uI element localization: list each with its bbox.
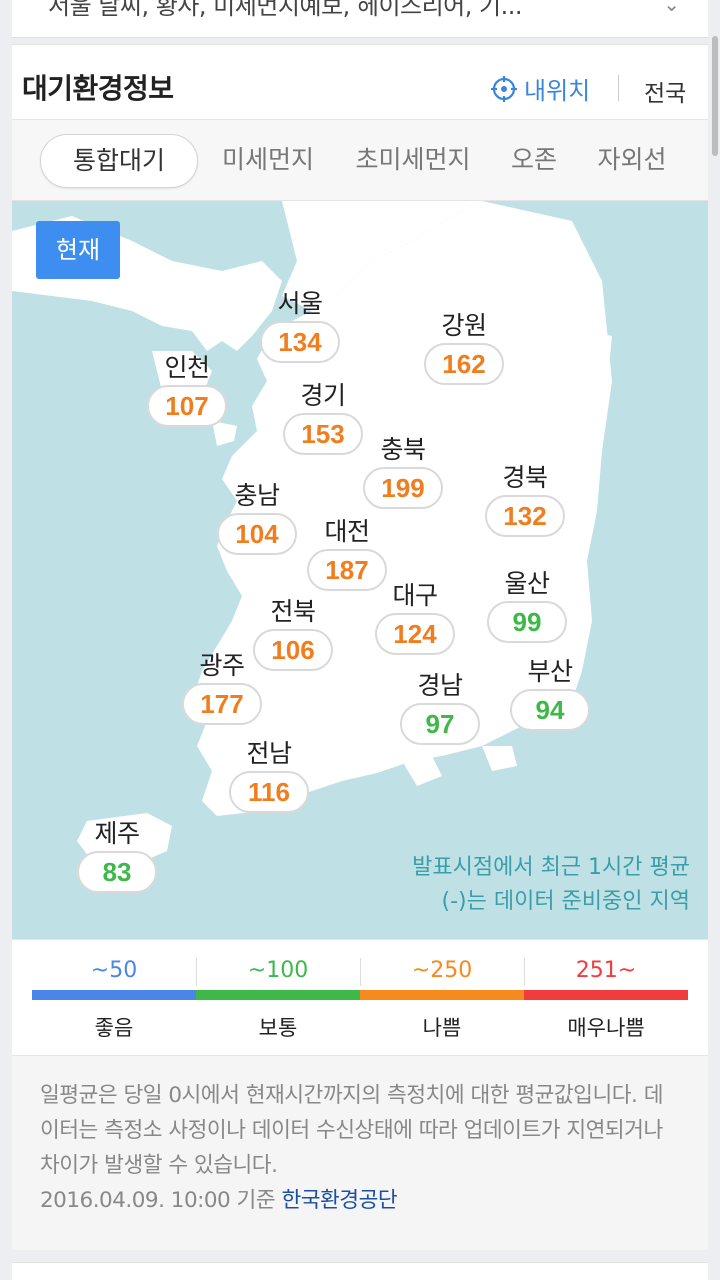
next-card [12,1262,708,1280]
region-value: 97 [400,703,480,745]
legend-label: 좋음 [94,1016,134,1040]
region-value: 153 [283,413,363,455]
legend-bar [196,990,360,1000]
divider [618,75,619,101]
my-location-button[interactable]: 내위치 [490,71,590,106]
region-name: 대전 [324,517,370,546]
region-name: 제주 [94,819,140,848]
map-note-line1: 발표시점에서 최근 1시간 평균 [412,855,690,880]
region-name: 경기 [300,381,346,410]
notice-text: 일평균은 당일 0시에서 현재시간까지의 측정치에 대한 평균값입니다. 데이터… [40,1083,663,1178]
region-name: 광주 [199,651,245,680]
page-title: 대기환경정보 [22,72,174,105]
region-gyeongbuk[interactable]: 경북 132 [480,463,570,537]
legend-label: 보통 [258,1016,298,1040]
scrollbar[interactable] [712,36,718,156]
tab-integrated-air[interactable]: 통합대기 [40,134,198,188]
region-chungnam[interactable]: 충남 104 [212,481,302,555]
legend-bar [32,990,196,1000]
region-value: 94 [510,689,590,731]
region-name: 전남 [246,739,292,768]
region-jeonnam[interactable]: 전남 116 [224,739,314,813]
legend-label: 나쁨 [422,1016,462,1040]
legend-bad: ~250 나쁨 [360,940,524,1056]
region-name: 경북 [502,463,548,492]
now-button[interactable]: 현재 [36,221,120,279]
region-value: 134 [260,321,340,363]
tab-fine-dust[interactable]: 미세먼지 [208,134,328,188]
region-name: 강원 [441,311,487,340]
region-value: 132 [485,495,565,537]
region-value: 107 [147,385,227,427]
region-incheon[interactable]: 인천 107 [142,353,232,427]
region-name: 충북 [380,435,426,464]
nationwide-button[interactable]: 전국 [644,74,686,108]
region-value: 177 [182,683,262,725]
air-quality-legend: ~50 좋음 ~100 보통 ~250 나쁨 251~ 매우나쁨 [12,939,708,1055]
map-note-line2: (-)는 데이터 준비중인 지역 [441,889,691,914]
region-value: 99 [487,601,567,643]
region-daejeon[interactable]: 대전 187 [302,517,392,591]
region-value: 116 [229,771,309,813]
notice-timestamp: 2016.04.09. 10:00 기준 [40,1188,276,1213]
map-note: 발표시점에서 최근 1시간 평균 (-)는 데이터 준비중인 지역 [412,851,690,919]
region-jeju[interactable]: 제주 83 [72,819,162,893]
region-gyeongnam[interactable]: 경남 97 [395,671,485,745]
region-name: 울산 [504,569,550,598]
region-value: 162 [424,343,504,385]
region-name: 인천 [164,353,210,382]
search-result-card-top[interactable]: 서울 날씨, 황사, 미세먼지예보, 헤이즈리어, 기... ⌄ [12,0,708,38]
pollutant-tabs: 통합대기 미세먼지 초미세먼지 오존 자외선 [12,119,708,201]
region-name: 충남 [234,481,280,510]
location-target-icon [491,75,517,102]
region-gwangju[interactable]: 광주 177 [177,651,267,725]
search-result-text[interactable]: 서울 날씨, 황사, 미세먼지예보, 헤이즈리어, 기... [48,0,523,21]
legend-normal: ~100 보통 [196,940,360,1056]
region-value: 104 [217,513,297,555]
region-name: 전북 [270,597,316,626]
region-value: 83 [77,851,157,893]
region-value: 199 [363,467,443,509]
card-header: 대기환경정보 내위치 전국 [12,45,708,119]
legend-range: ~100 [247,958,309,983]
legend-bar [360,990,524,1000]
air-quality-card: 대기환경정보 내위치 전국 통합대기 미세먼지 초미세먼지 오존 자외선 현재 … [12,44,708,1250]
region-gangwon[interactable]: 강원 162 [419,311,509,385]
region-name: 부산 [527,657,573,686]
region-daegu[interactable]: 대구 124 [370,581,460,655]
region-seoul[interactable]: 서울 134 [255,289,345,363]
chevron-down-icon[interactable]: ⌄ [663,0,680,16]
legend-range: ~50 [90,958,138,983]
region-name: 대구 [392,581,438,610]
tab-ultrafine-dust[interactable]: 초미세먼지 [338,134,488,188]
data-notice: 일평균은 당일 0시에서 현재시간까지의 측정치에 대한 평균값입니다. 데이터… [12,1055,708,1250]
region-value: 124 [375,613,455,655]
legend-range: 251~ [575,958,637,983]
region-name: 서울 [277,289,323,318]
legend-range: ~250 [411,958,473,983]
legend-good: ~50 좋음 [32,940,196,1056]
region-chungbuk[interactable]: 충북 199 [358,435,448,509]
legend-bar [524,990,688,1000]
tab-uv[interactable]: 자외선 [580,134,684,188]
region-busan[interactable]: 부산 94 [505,657,595,731]
korea-map: 현재 서울 134 강원 162 인천 107 경기 153 충북 199 경북… [12,201,708,939]
region-name: 경남 [417,671,463,700]
region-gyeonggi[interactable]: 경기 153 [278,381,368,455]
my-location-label: 내위치 [524,77,591,105]
region-ulsan[interactable]: 울산 99 [482,569,572,643]
legend-very-bad: 251~ 매우나쁨 [524,940,688,1056]
legend-label: 매우나쁨 [567,1016,645,1040]
source-link[interactable]: 한국환경공단 [281,1188,397,1213]
tab-ozone[interactable]: 오존 [496,134,572,188]
